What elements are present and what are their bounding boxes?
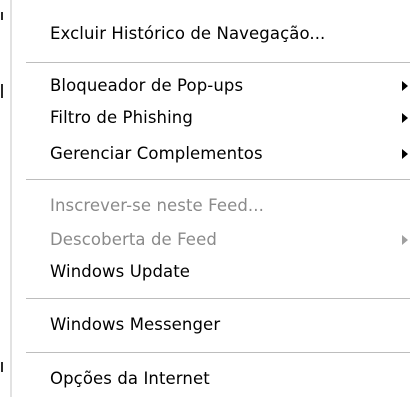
menu-item-label: Windows Update <box>50 262 191 281</box>
menu-item-internet-options[interactable]: Opções da Internet <box>50 365 410 393</box>
menu-separator <box>26 62 410 63</box>
chevron-right-icon <box>402 235 408 245</box>
menu-item-label: Gerenciar Complementos <box>50 144 263 163</box>
menu-item-feed-discovery[interactable]: Descoberta de Feed <box>50 226 410 254</box>
menu-separator <box>26 352 410 353</box>
window-edge-fragment <box>1 12 3 20</box>
menu-separator <box>26 298 410 299</box>
menu-item-subscribe-feed[interactable]: Inscrever-se neste Feed... <box>50 192 410 220</box>
menu-item-delete-browsing-history[interactable]: Excluir Histórico de Navegação... <box>50 20 410 48</box>
window-edge-fragment <box>1 84 3 98</box>
menu-item-label: Windows Messenger <box>50 315 221 334</box>
menu-item-label: Bloqueador de Pop-ups <box>50 76 244 95</box>
menu-item-label: Filtro de Phishing <box>50 108 193 127</box>
menu-item-label: Inscrever-se neste Feed... <box>50 196 264 215</box>
menu-item-label: Descoberta de Feed <box>50 230 217 249</box>
menu-item-manage-add-ons[interactable]: Gerenciar Complementos <box>50 140 410 168</box>
menu-item-label: Opções da Internet <box>50 369 210 388</box>
menu-item-popup-blocker[interactable]: Bloqueador de Pop-ups <box>50 72 410 100</box>
chevron-right-icon <box>402 113 408 123</box>
menu-item-windows-update[interactable]: Windows Update <box>50 258 410 286</box>
chevron-right-icon <box>402 81 408 91</box>
chevron-right-icon <box>402 149 408 159</box>
menu-item-windows-messenger[interactable]: Windows Messenger <box>50 311 410 339</box>
tools-context-menu: Excluir Histórico de Navegação... Bloque… <box>10 0 410 397</box>
menu-item-phishing-filter[interactable]: Filtro de Phishing <box>50 104 410 132</box>
menu-item-label: Excluir Histórico de Navegação... <box>50 24 326 43</box>
menu-separator <box>26 179 410 180</box>
window-edge-fragment <box>1 362 3 372</box>
